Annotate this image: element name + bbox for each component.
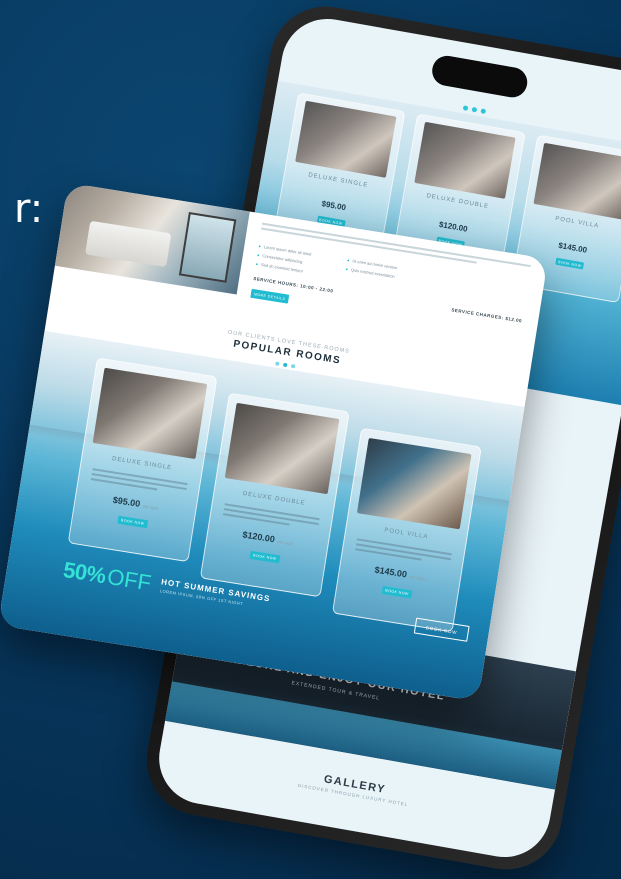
room-price: $95.00 (320, 199, 347, 213)
book-now-button[interactable]: BOOK NOW (117, 515, 149, 529)
room-description (355, 535, 453, 568)
room-price: $145.00 (557, 240, 588, 255)
room-price: $145.00 per night (373, 564, 426, 582)
book-now-button[interactable]: BOOK NOW (249, 550, 281, 564)
room-price: $120.00 per night (241, 529, 294, 547)
room-photo (414, 121, 516, 199)
bed-image (85, 220, 172, 268)
floating-webpage-card: Lorem ipsum dolor sit amet Consectetur a… (0, 182, 549, 702)
room-name: DELUXE DOUBLE (425, 193, 490, 211)
room-price: $95.00 per night (112, 494, 159, 511)
room-name: POOL VILLA (383, 527, 429, 541)
room-photo (93, 367, 207, 460)
room-photo (294, 100, 397, 178)
room-description (222, 500, 320, 533)
more-details-button[interactable]: MORE DETAILS (250, 288, 290, 304)
room-photo (357, 438, 472, 530)
room-name: DELUXE SINGLE (307, 172, 369, 189)
room-photo (533, 142, 621, 220)
book-now-button[interactable]: BOOK NOW (381, 585, 413, 599)
edge-caption: r: (14, 186, 44, 232)
room-card: DELUXE DOUBLE $120.00 per night BOOK NOW (199, 392, 350, 598)
room-photo (225, 402, 339, 495)
promo-book-now-button[interactable]: BOOK NOW (413, 617, 470, 642)
window-image (178, 212, 237, 283)
room-name: POOL VILLA (554, 215, 600, 230)
book-now-button[interactable]: BOOK NOW (555, 257, 585, 270)
dynamic-island (429, 53, 530, 100)
room-hero-photo (54, 182, 250, 295)
room-description (90, 465, 188, 498)
room-price: $120.00 (438, 219, 469, 234)
